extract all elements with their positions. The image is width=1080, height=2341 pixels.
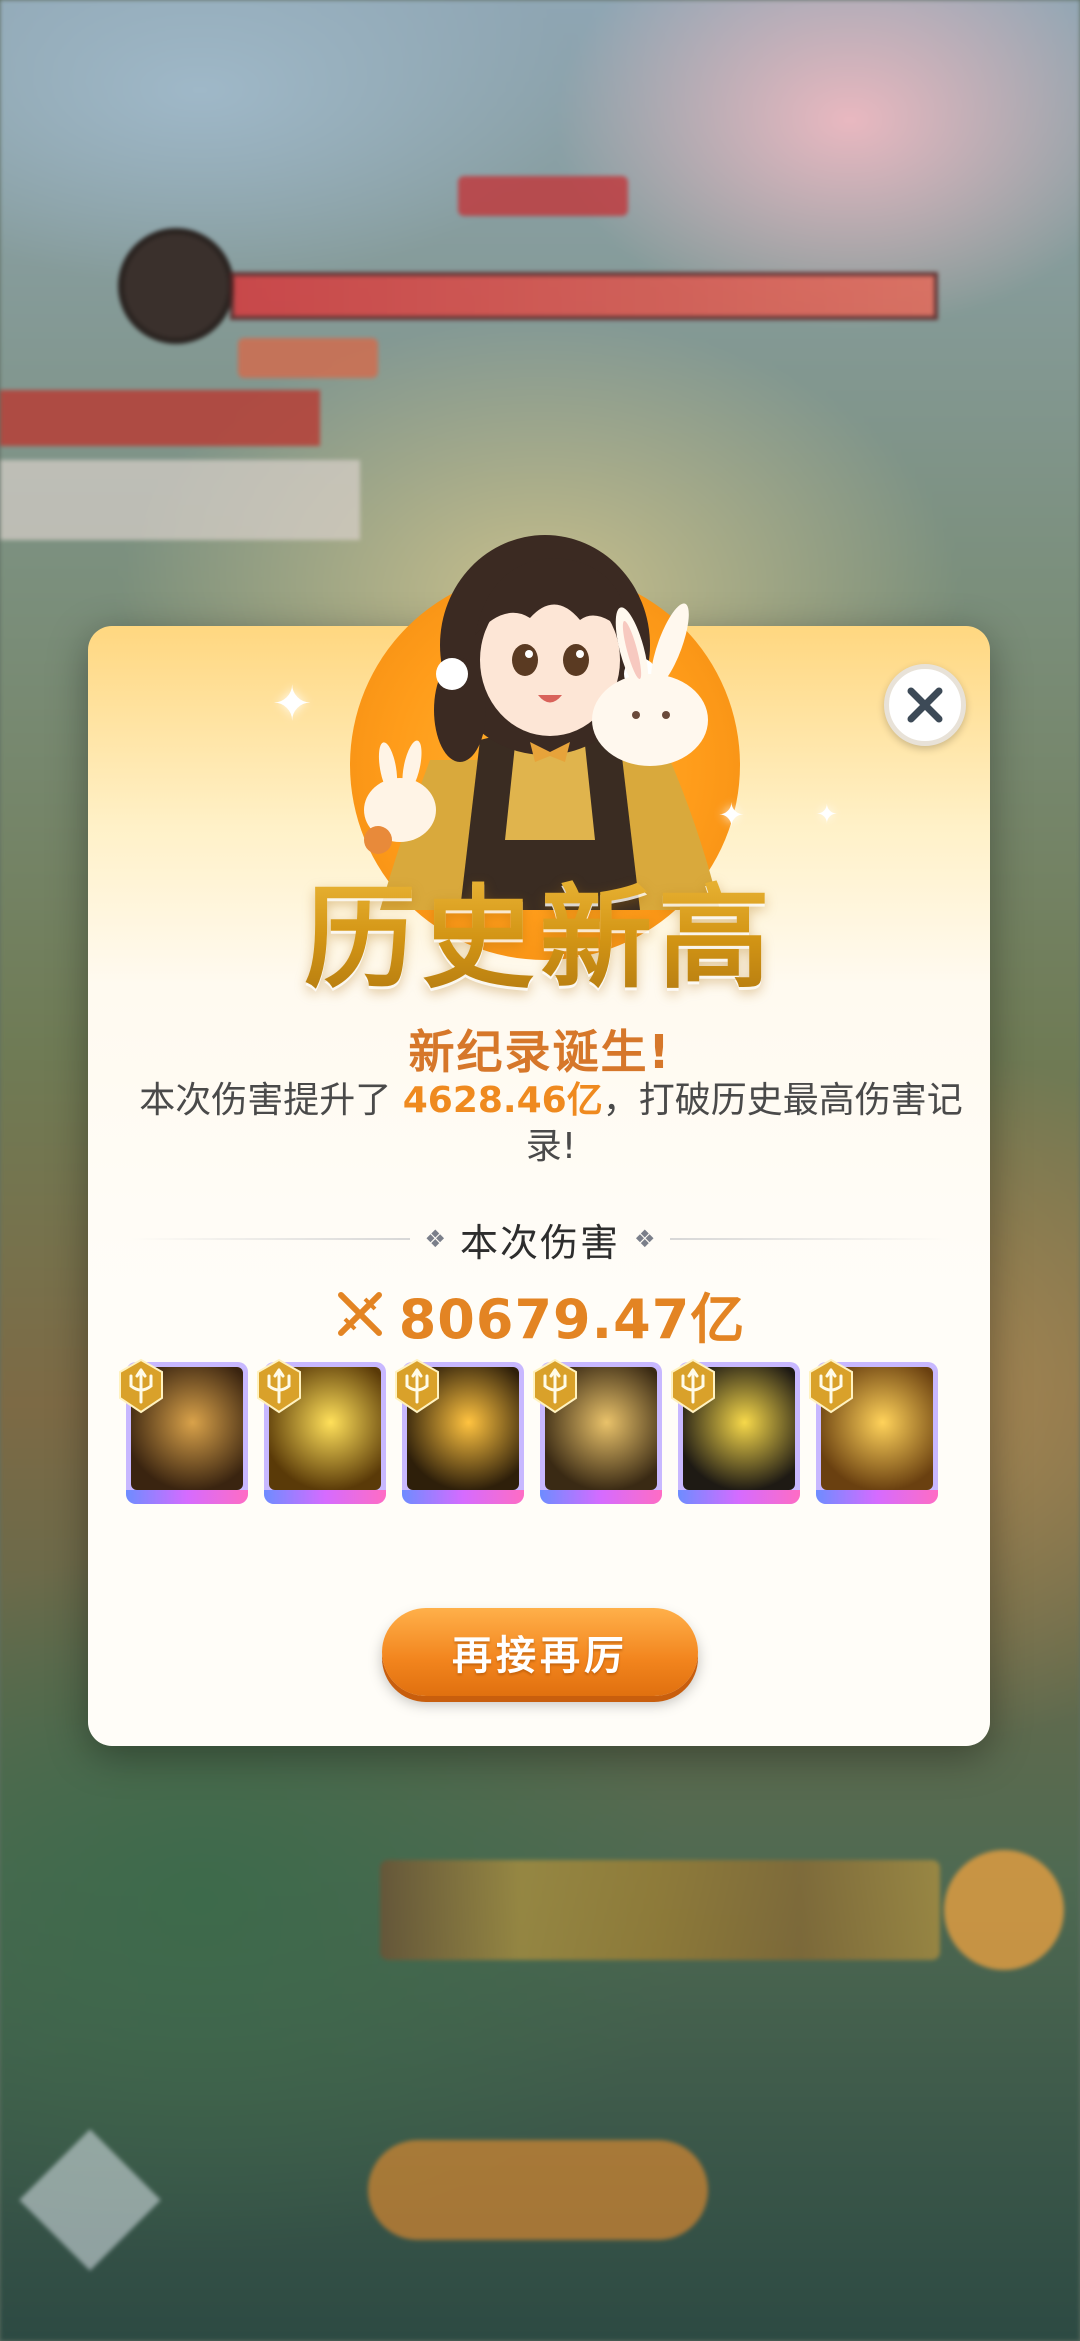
damage-total: 80679.47亿 [0, 1282, 1080, 1351]
boss-avatar [118, 228, 234, 344]
close-icon [907, 687, 943, 723]
skill-frame [402, 1490, 524, 1504]
trident-badge-icon [395, 1358, 439, 1414]
skill-frame [678, 1490, 800, 1504]
damage-value: 80679.47亿 [398, 1287, 746, 1351]
diamond-dot-icon: ❖ [424, 1225, 446, 1253]
dialog-title: 历史新高 [0, 848, 1080, 1010]
skill-frame [816, 1490, 938, 1504]
background-banner [0, 390, 320, 446]
section-divider: ❖ 本次伤害 ❖ [130, 1216, 951, 1265]
boss-hp-bar [230, 272, 938, 320]
background-orb [944, 1850, 1064, 1970]
boss-tag [238, 338, 378, 378]
sparkle-icon: ✦ [816, 800, 838, 830]
boss-name-plate [458, 176, 628, 216]
trident-badge-icon [533, 1358, 577, 1414]
skill-list [119, 1358, 946, 1508]
skill-frame [264, 1490, 386, 1504]
divider-line-left [130, 1238, 411, 1240]
desc-prefix: 本次伤害提升了 [139, 1080, 403, 1121]
diamond-dot-icon: ❖ [634, 1225, 656, 1253]
trident-badge-icon [257, 1358, 301, 1414]
skill-frame [126, 1490, 248, 1504]
background-skill-bar [380, 1860, 940, 1960]
background-button [368, 2140, 708, 2240]
skill-frame [540, 1490, 662, 1504]
background-panel [0, 460, 360, 540]
sparkle-icon: ✦ [272, 676, 313, 732]
dialog-subtitle: 新纪录诞生! [408, 1025, 672, 1079]
close-button[interactable] [884, 664, 966, 746]
try-again-button[interactable]: 再接再厉 [382, 1608, 698, 1696]
crossed-swords-icon [337, 1292, 382, 1336]
trident-badge-icon [119, 1358, 163, 1414]
dialog-description: 本次伤害提升了 4628.46亿，打破历史最高伤害记录! [136, 1078, 966, 1170]
damage-increase: 4628.46亿 [402, 1080, 603, 1121]
divider-line-right [669, 1238, 951, 1240]
trident-badge-icon [671, 1358, 715, 1414]
trident-badge-icon [809, 1358, 853, 1414]
background-diamond-icon [19, 2129, 161, 2271]
section-label: 本次伤害 [460, 1220, 621, 1265]
